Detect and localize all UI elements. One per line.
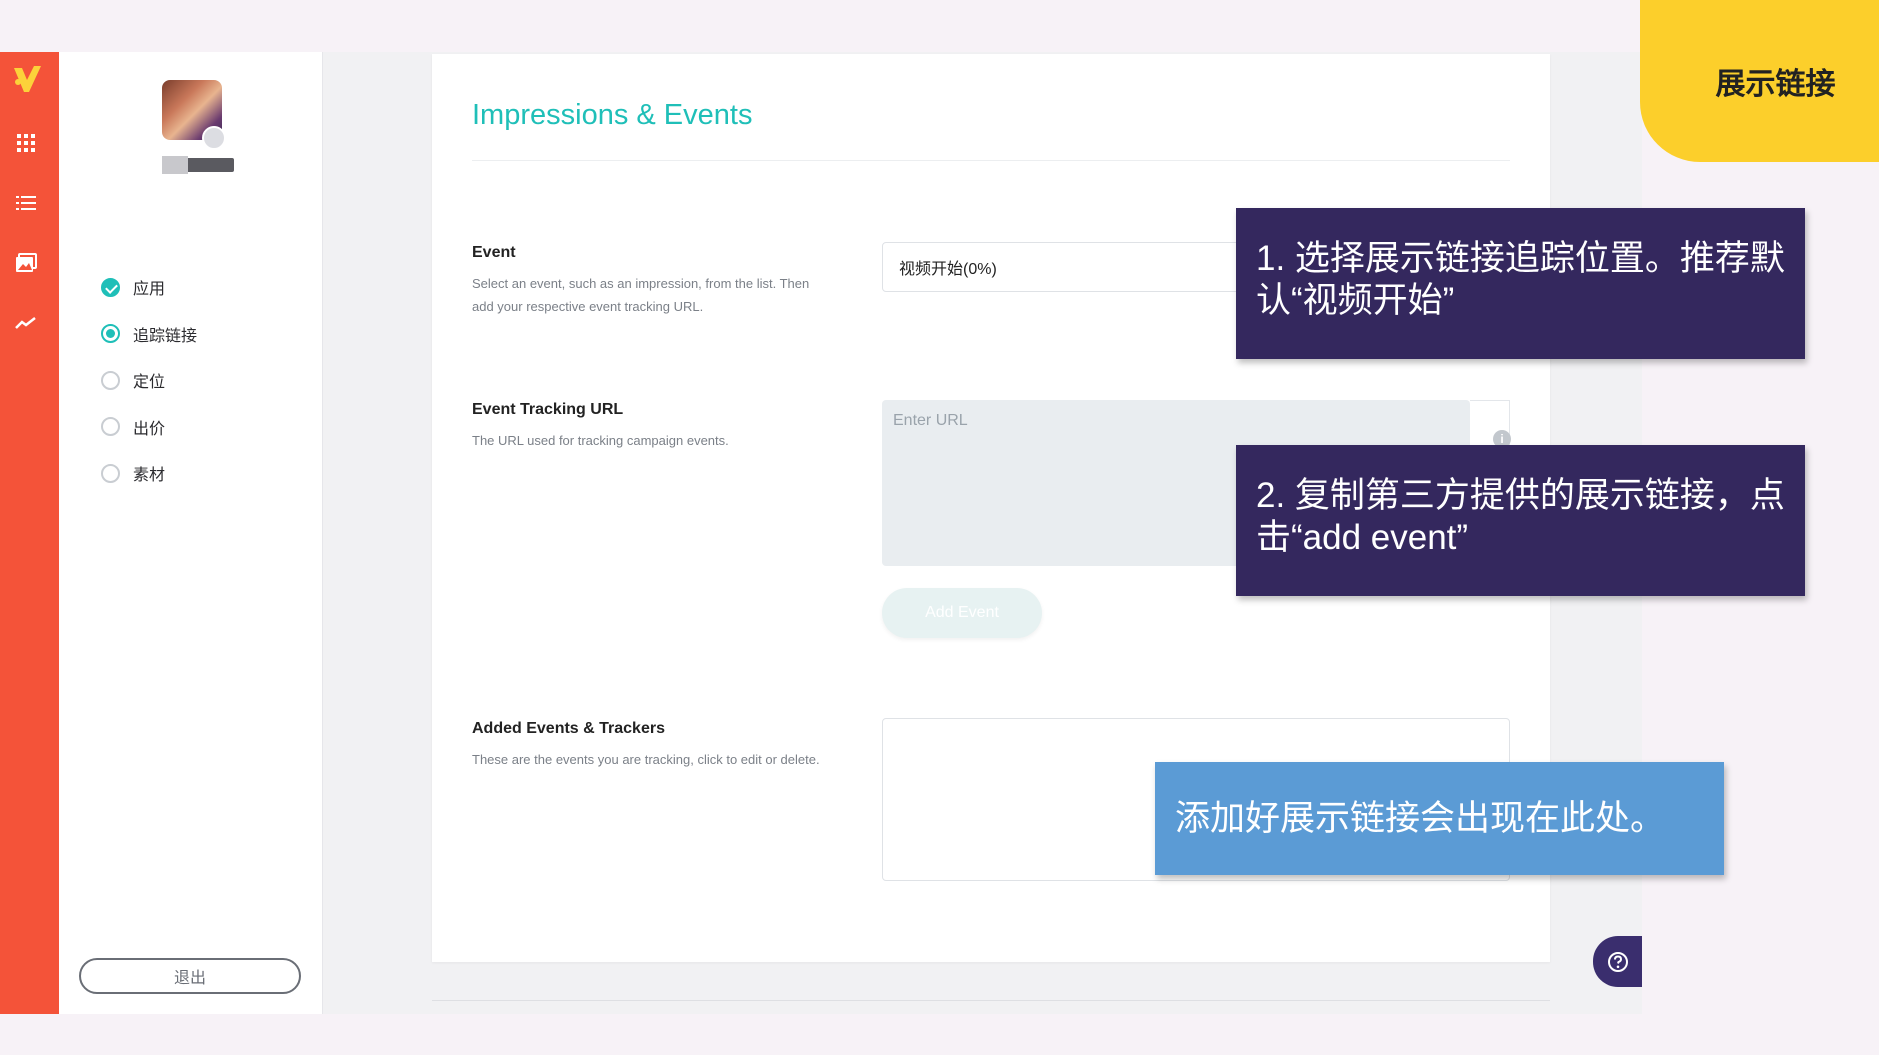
event-help: Select an event, such as an impression, …	[472, 276, 810, 314]
annotation-text: 添加好展示链接会出现在此处。	[1175, 799, 1666, 838]
url-placeholder: Enter URL	[893, 412, 968, 429]
logo-icon[interactable]	[10, 62, 44, 96]
divider	[472, 160, 1510, 161]
annotation-text: 1. 选择展示链接追踪位置。推荐默认“视频开始”	[1256, 239, 1785, 320]
event-label: Event	[472, 244, 516, 261]
radio-selected-icon	[101, 324, 120, 344]
image-icon[interactable]	[14, 251, 38, 275]
annotation-result: 添加好展示链接会出现在此处。	[1155, 762, 1724, 875]
check-icon	[101, 277, 120, 297]
step-bidding[interactable]: 出价	[101, 404, 197, 451]
section-tag-label: 展示链接	[1715, 68, 1836, 101]
trend-icon[interactable]	[14, 311, 38, 335]
step-creatives[interactable]: 素材	[101, 450, 197, 497]
grid-icon[interactable]	[14, 131, 38, 155]
section-tag: 展示链接	[1640, 0, 1879, 162]
step-targeting[interactable]: 定位	[101, 357, 197, 404]
radio-icon	[101, 417, 120, 437]
campaign-sidebar: 应用 追踪链接 定位 出价 素材 退出	[59, 52, 323, 1014]
apple-icon	[202, 126, 226, 150]
step-tracking-links[interactable]: 追踪链接	[101, 311, 197, 358]
tracking-url-help: The URL used for tracking campaign event…	[472, 433, 729, 448]
annotation-step-2: 2. 复制第三方提供的展示链接，点击“add event”	[1236, 445, 1805, 596]
nav-rail	[0, 52, 59, 1014]
app-name-redacted	[162, 156, 188, 174]
help-button[interactable]	[1593, 936, 1642, 987]
annotation-text: 2. 复制第三方提供的展示链接，点击“add event”	[1256, 476, 1785, 557]
logout-button[interactable]: 退出	[79, 958, 301, 994]
step-label: 出价	[133, 420, 166, 438]
step-app[interactable]: 应用	[101, 264, 197, 311]
list-icon[interactable]	[14, 191, 38, 215]
step-label: 应用	[133, 281, 166, 299]
add-event-button[interactable]: Add Event	[882, 588, 1042, 638]
radio-icon	[101, 370, 120, 390]
added-events-help: These are the events you are tracking, c…	[472, 752, 820, 767]
card-title: Impressions & Events	[472, 99, 753, 131]
radio-icon	[101, 463, 120, 483]
step-label: 素材	[133, 467, 166, 485]
divider	[432, 1000, 1550, 1001]
step-label: 追踪链接	[133, 327, 198, 345]
annotation-step-1: 1. 选择展示链接追踪位置。推荐默认“视频开始”	[1236, 208, 1805, 359]
step-label: 定位	[133, 374, 166, 392]
question-icon	[1608, 951, 1628, 972]
step-list: 应用 追踪链接 定位 出价 素材	[101, 264, 197, 497]
added-events-label: Added Events & Trackers	[472, 720, 665, 737]
tracking-url-label: Event Tracking URL	[472, 401, 624, 418]
